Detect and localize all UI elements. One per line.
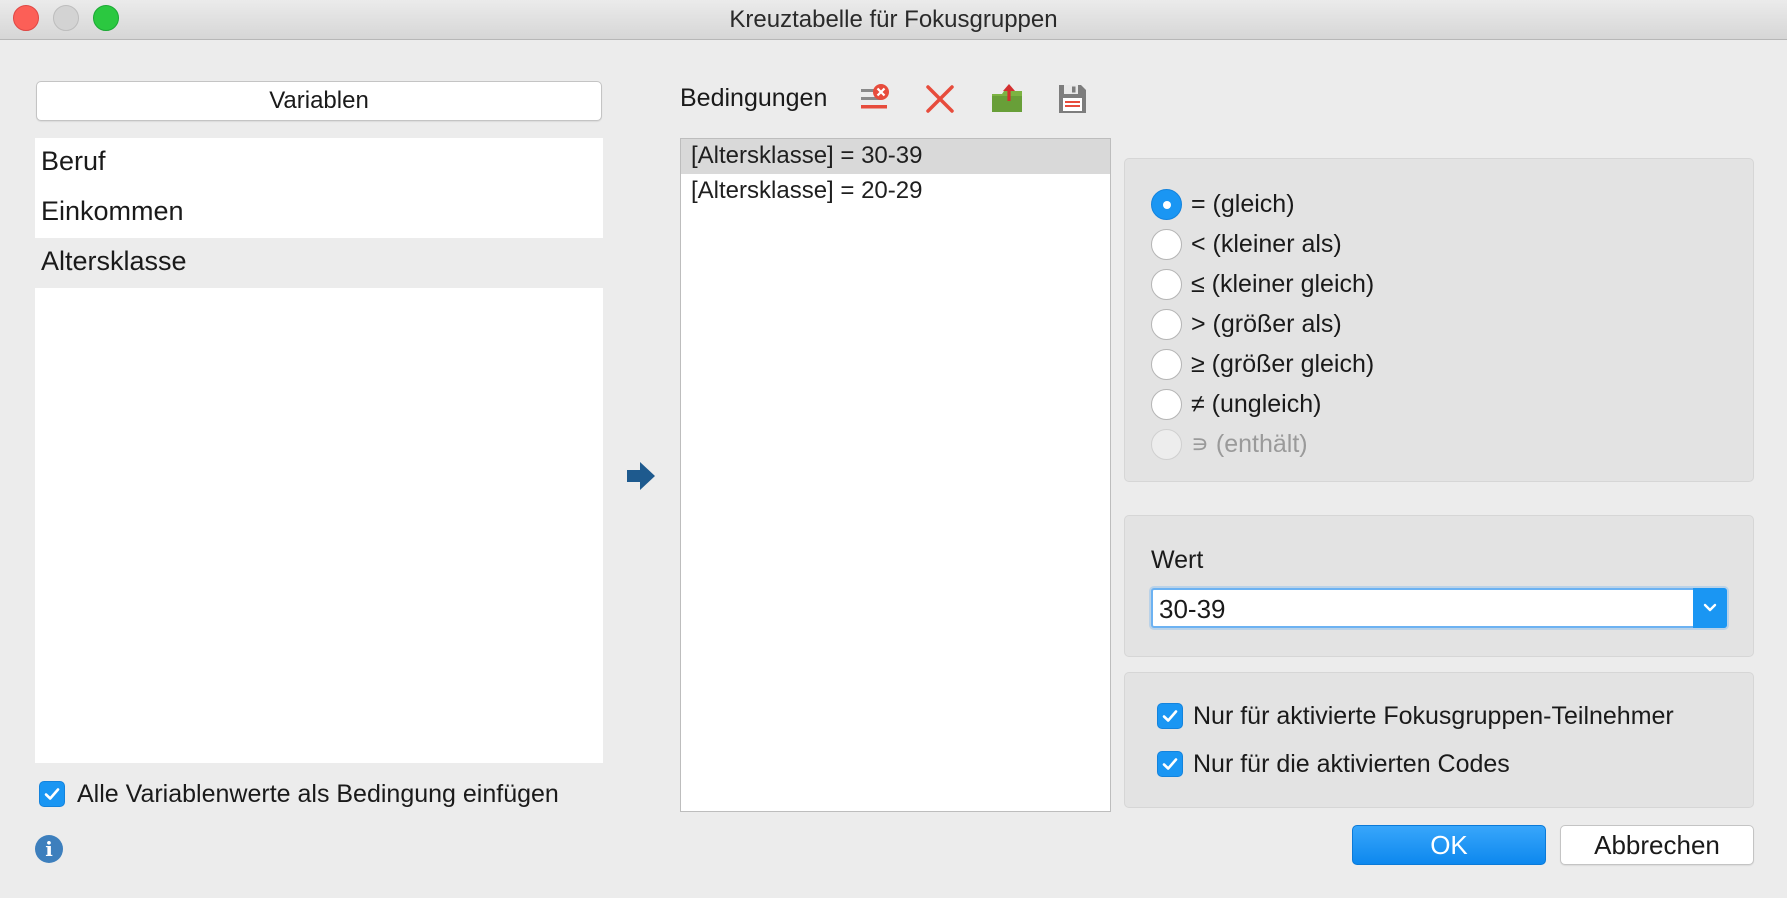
operator-not-equal-radio[interactable] [1151, 389, 1182, 420]
chevron-down-icon[interactable] [1693, 588, 1727, 628]
clear-list-icon[interactable] [858, 82, 892, 116]
variable-item-einkommen[interactable]: Einkommen [35, 188, 603, 238]
value-select[interactable]: 30-39 [1151, 588, 1727, 628]
checkmark-icon [1162, 710, 1178, 722]
operator-greater-radio[interactable] [1151, 309, 1182, 340]
operator-greater-label: > (größer als) [1191, 310, 1342, 338]
operator-equal-label: = (gleich) [1191, 190, 1295, 218]
window-title: Kreuztabelle für Fokusgruppen [729, 6, 1058, 33]
value-label: Wert [1151, 546, 1204, 574]
value-group: Wert 30-39 [1124, 515, 1754, 657]
operator-not-equal-label: ≠ (ungleich) [1191, 390, 1322, 418]
title-bar: Kreuztabelle für Fokusgruppen [0, 0, 1787, 40]
conditions-list[interactable]: [Altersklasse] = 30-39 [Altersklasse] = … [680, 138, 1111, 812]
info-icon[interactable]: i [35, 835, 63, 863]
active-participants-label: Nur für aktivierte Fokusgruppen-Teilnehm… [1193, 702, 1674, 730]
operator-contains-radio [1151, 429, 1182, 460]
checkmark-icon [44, 788, 60, 800]
active-participants-checkbox[interactable] [1157, 703, 1183, 729]
operator-less-label: < (kleiner als) [1191, 230, 1342, 258]
conditions-label: Bedingungen [680, 84, 828, 112]
dialog-window: Kreuztabelle für Fokusgruppen Variablen … [0, 0, 1787, 898]
checkmark-icon [1162, 758, 1178, 770]
active-codes-checkbox[interactable] [1157, 751, 1183, 777]
export-icon[interactable] [990, 82, 1024, 116]
value-select-text: 30-39 [1159, 594, 1226, 624]
operator-equal-radio[interactable] [1151, 189, 1182, 220]
condition-item[interactable]: [Altersklasse] = 30-39 [681, 139, 1110, 174]
active-codes-label: Nur für die aktivierten Codes [1193, 750, 1510, 778]
add-condition-arrow-icon[interactable] [625, 459, 657, 493]
operator-less-equal-radio[interactable] [1151, 269, 1182, 300]
operator-greater-equal-radio[interactable] [1151, 349, 1182, 380]
options-group: Nur für aktivierte Fokusgruppen-Teilnehm… [1124, 672, 1754, 808]
variables-list[interactable]: Beruf Einkommen Altersklasse [35, 138, 603, 763]
ok-button[interactable]: OK [1352, 825, 1546, 865]
operator-less-radio[interactable] [1151, 229, 1182, 260]
insert-all-values-checkbox[interactable] [39, 781, 65, 807]
insert-all-values-label: Alle Variablenwerte als Bedingung einfüg… [77, 780, 559, 808]
variables-header-button[interactable]: Variablen [36, 81, 602, 121]
operator-greater-equal-label: ≥ (größer gleich) [1191, 350, 1375, 378]
operator-group: = (gleich) < (kleiner als) ≤ (kleiner gl… [1124, 158, 1754, 482]
cancel-button[interactable]: Abbrechen [1560, 825, 1754, 865]
variable-item-beruf[interactable]: Beruf [35, 138, 603, 188]
save-icon[interactable] [1055, 82, 1089, 116]
condition-item[interactable]: [Altersklasse] = 20-29 [681, 174, 1110, 209]
variable-item-altersklasse[interactable]: Altersklasse [35, 238, 603, 288]
operator-contains-label: ∍ (enthält) [1191, 430, 1308, 458]
delete-icon[interactable] [923, 82, 957, 116]
operator-less-equal-label: ≤ (kleiner gleich) [1191, 270, 1375, 298]
